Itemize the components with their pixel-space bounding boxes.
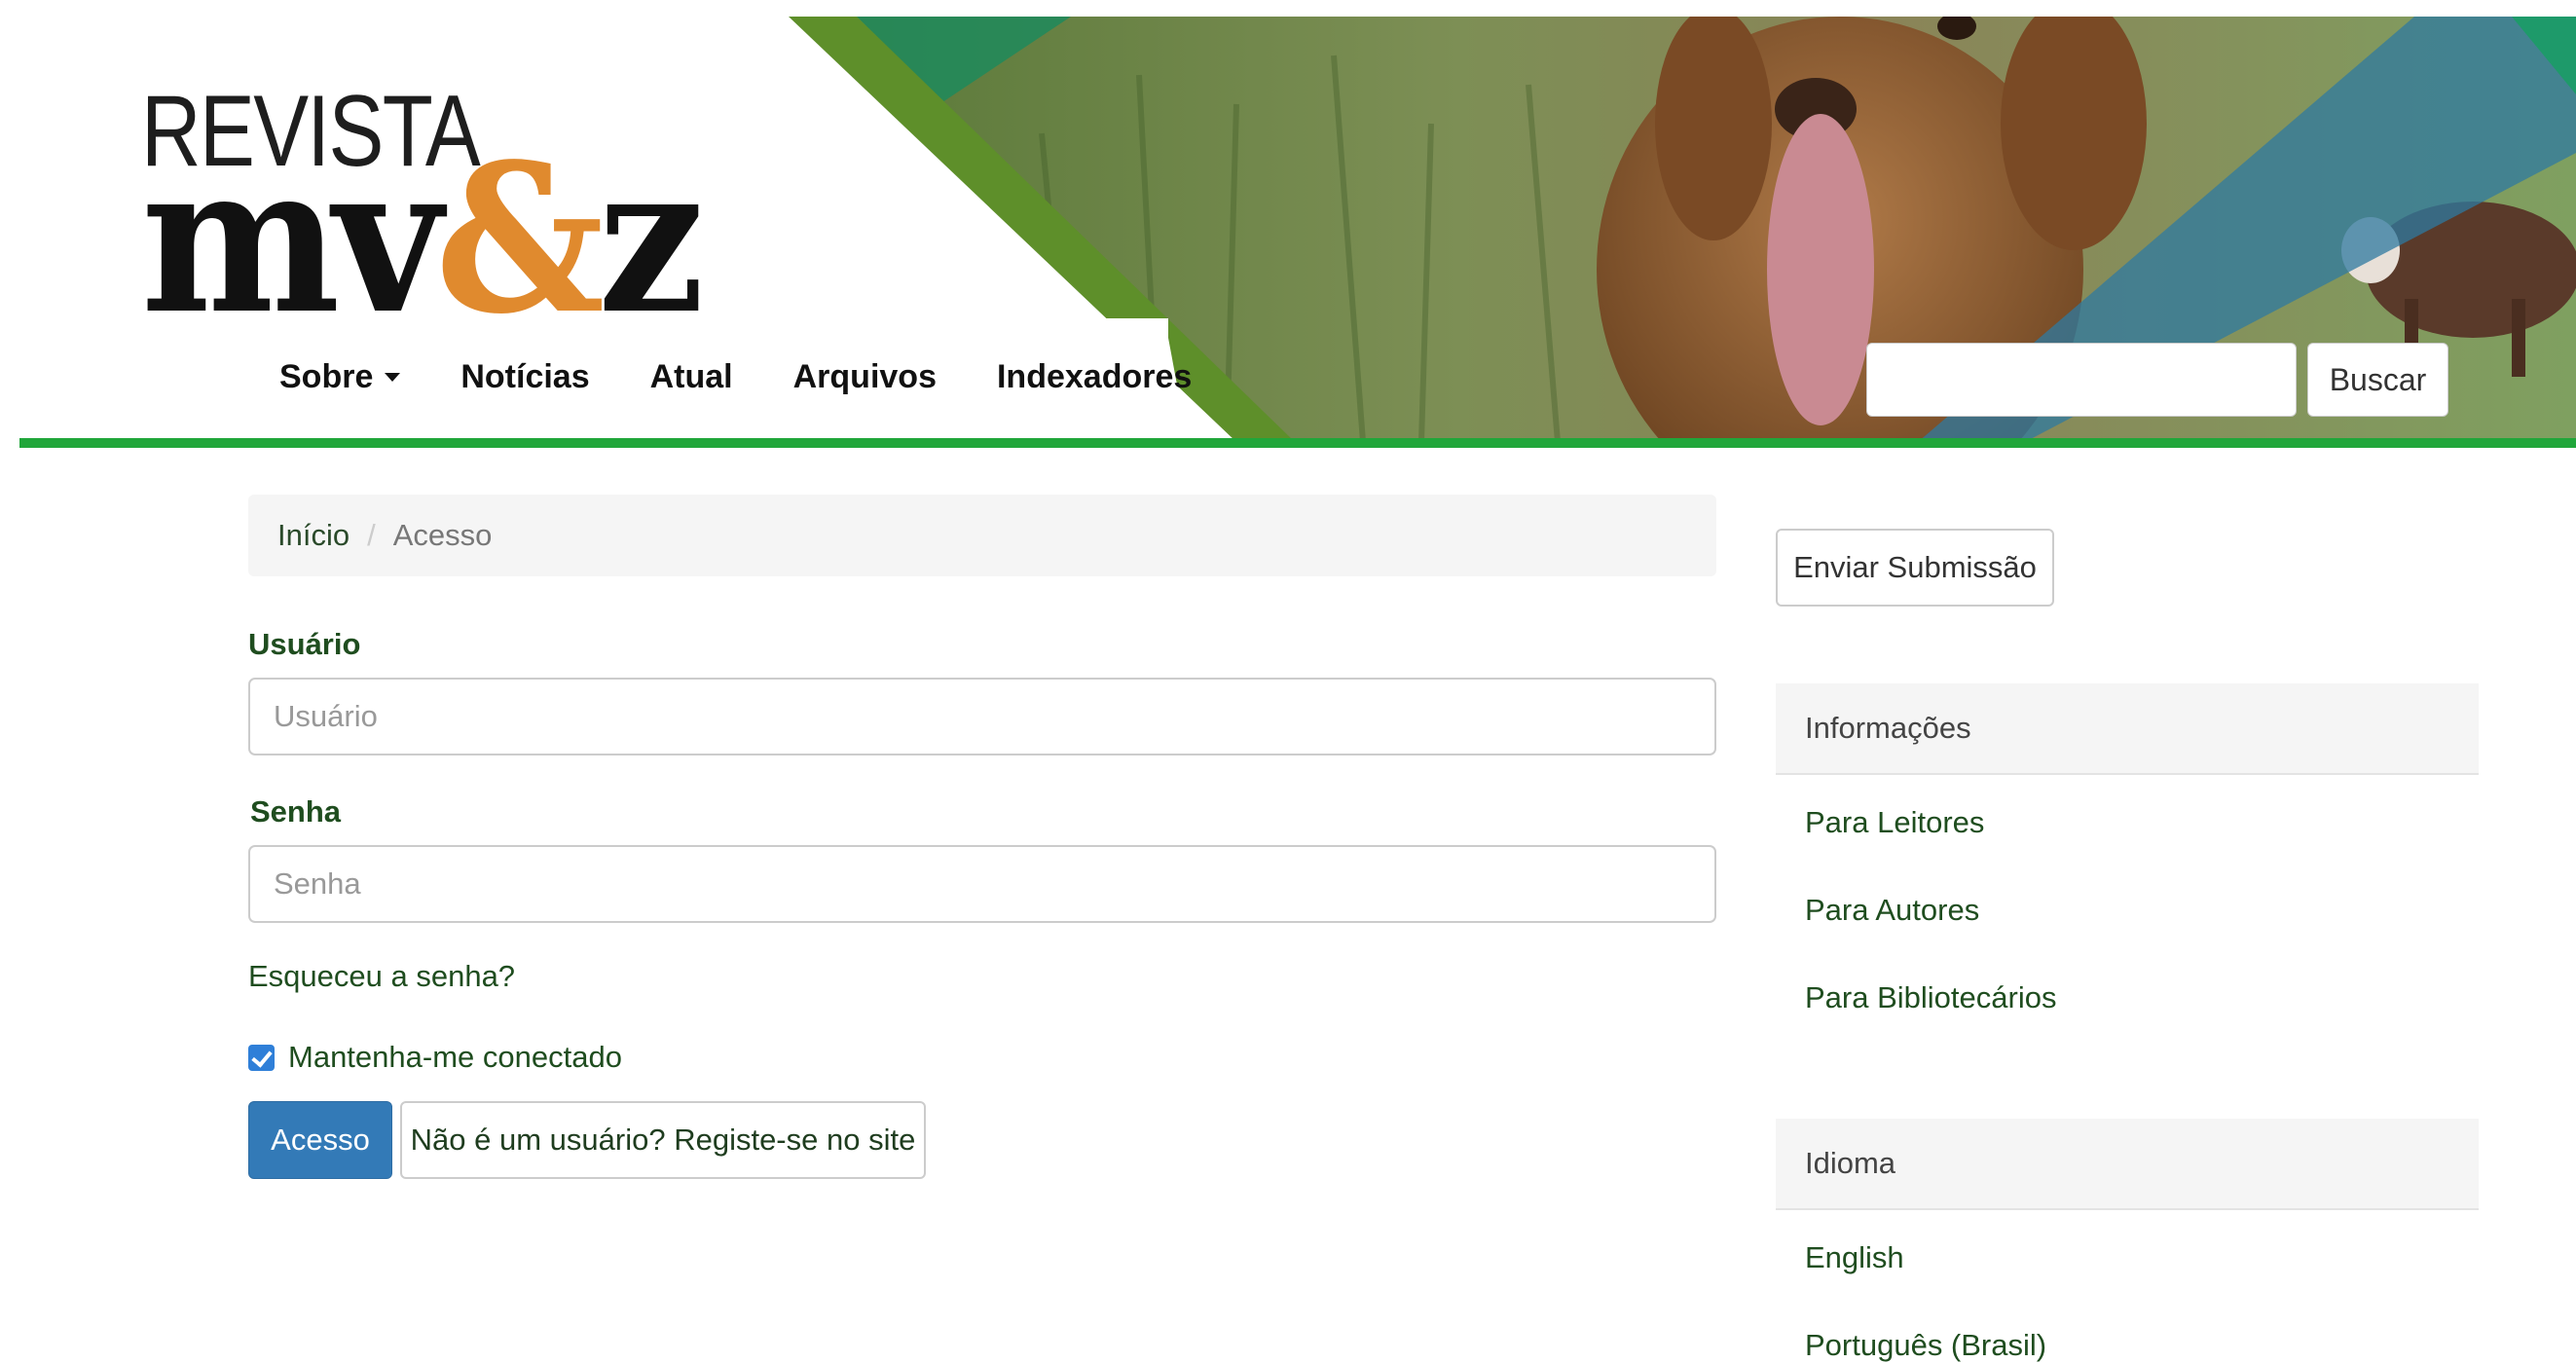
main-nav: Sobre Notícias Atual Arquivos Indexadore… [19,333,1252,421]
remember-me-checkbox[interactable] [248,1044,275,1071]
username-input[interactable] [248,678,1716,755]
link-para-bibliotecarios[interactable]: Para Bibliotecários [1805,980,2056,1015]
logo-mvz-text: mv&z [141,119,705,359]
nav-arquivos[interactable]: Arquivos [793,358,937,396]
nav-sobre[interactable]: Sobre [279,358,401,396]
caret-down-icon [385,372,401,382]
breadcrumb-home-link[interactable]: Início [277,518,350,553]
language-english[interactable]: English [1805,1240,1904,1275]
breadcrumb-current: Acesso [392,518,493,552]
remember-me[interactable]: Mantenha-me conectado [248,1040,622,1075]
password-input[interactable] [248,845,1716,923]
search-button[interactable]: Buscar [2307,343,2448,417]
breadcrumb: Início / Acesso [248,495,1716,576]
journal-logo[interactable]: REVISTA mv&z [124,81,756,344]
nav-noticias[interactable]: Notícias [460,358,589,396]
remember-me-label: Mantenha-me conectado [288,1040,622,1074]
register-button[interactable]: Não é um usuário? Registe-se no site [400,1101,926,1179]
language-block-title: Idioma [1776,1119,2479,1210]
breadcrumb-separator: / [367,518,376,552]
header-divider [19,438,2576,448]
info-block-title: Informações [1776,683,2479,775]
nav-atual[interactable]: Atual [650,358,733,396]
link-para-leitores[interactable]: Para Leitores [1805,805,1984,840]
forgot-password-link[interactable]: Esqueceu a senha? [248,959,515,994]
link-para-autores[interactable]: Para Autores [1805,893,1979,928]
password-label: Senha [250,794,342,829]
login-button[interactable]: Acesso [248,1101,392,1179]
search-input[interactable] [1866,343,2297,417]
submit-manuscript-button[interactable]: Enviar Submissão [1776,529,2054,607]
username-label: Usuário [248,627,361,661]
nav-indexadores[interactable]: Indexadores [997,358,1192,396]
language-portugues[interactable]: Português (Brasil) [1805,1328,2046,1363]
site-header: REVISTA mv&z Sobre Notícias Atual Arquiv… [19,17,2576,442]
